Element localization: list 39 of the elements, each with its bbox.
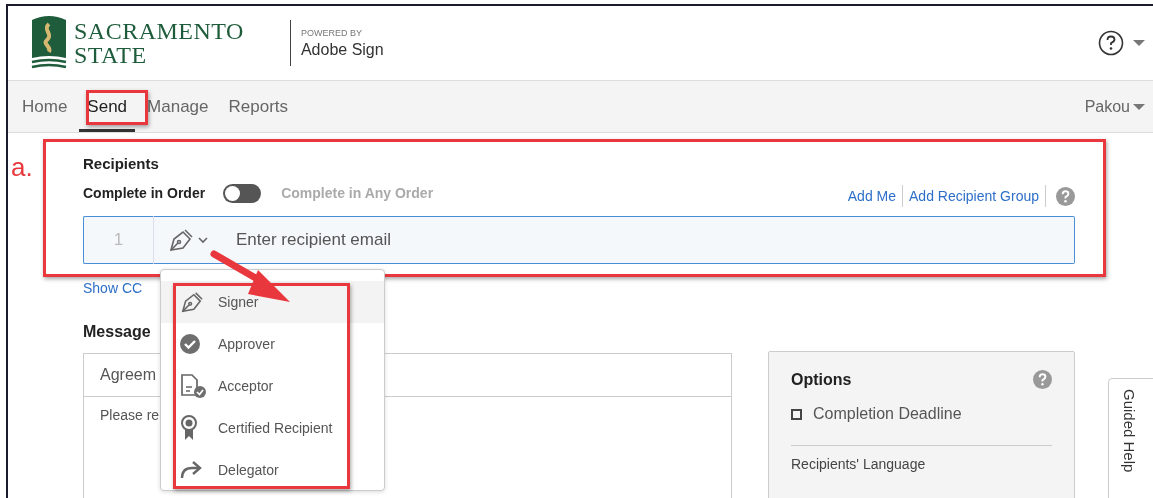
logo-wordmark: STATE	[74, 43, 147, 67]
option-label: Completion Deadline	[813, 405, 962, 423]
role-option[interactable]: Delegator	[161, 449, 384, 491]
order-label: Complete in Order	[83, 185, 206, 201]
product-name: Adobe Sign	[300, 40, 384, 59]
help-icon[interactable]	[1098, 30, 1124, 56]
user-menu[interactable]: Pakou	[1078, 81, 1153, 132]
pen-nib-icon[interactable]	[168, 228, 194, 252]
caret-icon[interactable]	[1133, 39, 1145, 47]
guided-help-tab[interactable]: Guided Help	[1108, 378, 1153, 498]
nav-tab[interactable]: Reports	[220, 81, 297, 132]
nav-tab[interactable]: Home	[14, 81, 76, 132]
section-label: Recipients' Language	[791, 456, 927, 472]
add-link[interactable]: Add Me	[847, 188, 897, 204]
options-title: Options	[791, 370, 852, 389]
document-check-icon	[180, 373, 208, 399]
show-cc-link[interactable]: Show CC	[83, 280, 143, 296]
order-toggle[interactable]	[223, 183, 262, 203]
highlight-frame	[86, 90, 148, 125]
forward-arrow-icon	[180, 461, 202, 479]
order-label: Complete in Any Order	[281, 185, 434, 201]
add-link[interactable]: Add Recipient Group	[909, 188, 1039, 204]
role-picker[interactable]	[154, 216, 222, 264]
role-option[interactable]: Certified Recipient	[161, 407, 384, 449]
row-number: 1	[83, 216, 154, 264]
ribbon-icon	[180, 415, 198, 441]
annotation-label: a.	[11, 152, 33, 183]
check-circle-icon	[180, 334, 200, 354]
section-title: Recipients	[83, 155, 160, 172]
caret-icon	[1133, 102, 1145, 111]
email-input[interactable]: Enter recipient email	[222, 216, 1075, 264]
powered-by-label: POWERED BY	[300, 27, 362, 38]
chevron-down-icon[interactable]	[198, 236, 208, 244]
pen-nib-icon	[180, 291, 204, 313]
nav-tab[interactable]: Send	[79, 81, 136, 132]
logo-wordmark: SACRAMENTO	[74, 19, 244, 43]
nav-tab[interactable]: Manage	[139, 81, 217, 132]
section-title: Message	[83, 323, 152, 341]
checkbox[interactable]	[791, 408, 802, 420]
